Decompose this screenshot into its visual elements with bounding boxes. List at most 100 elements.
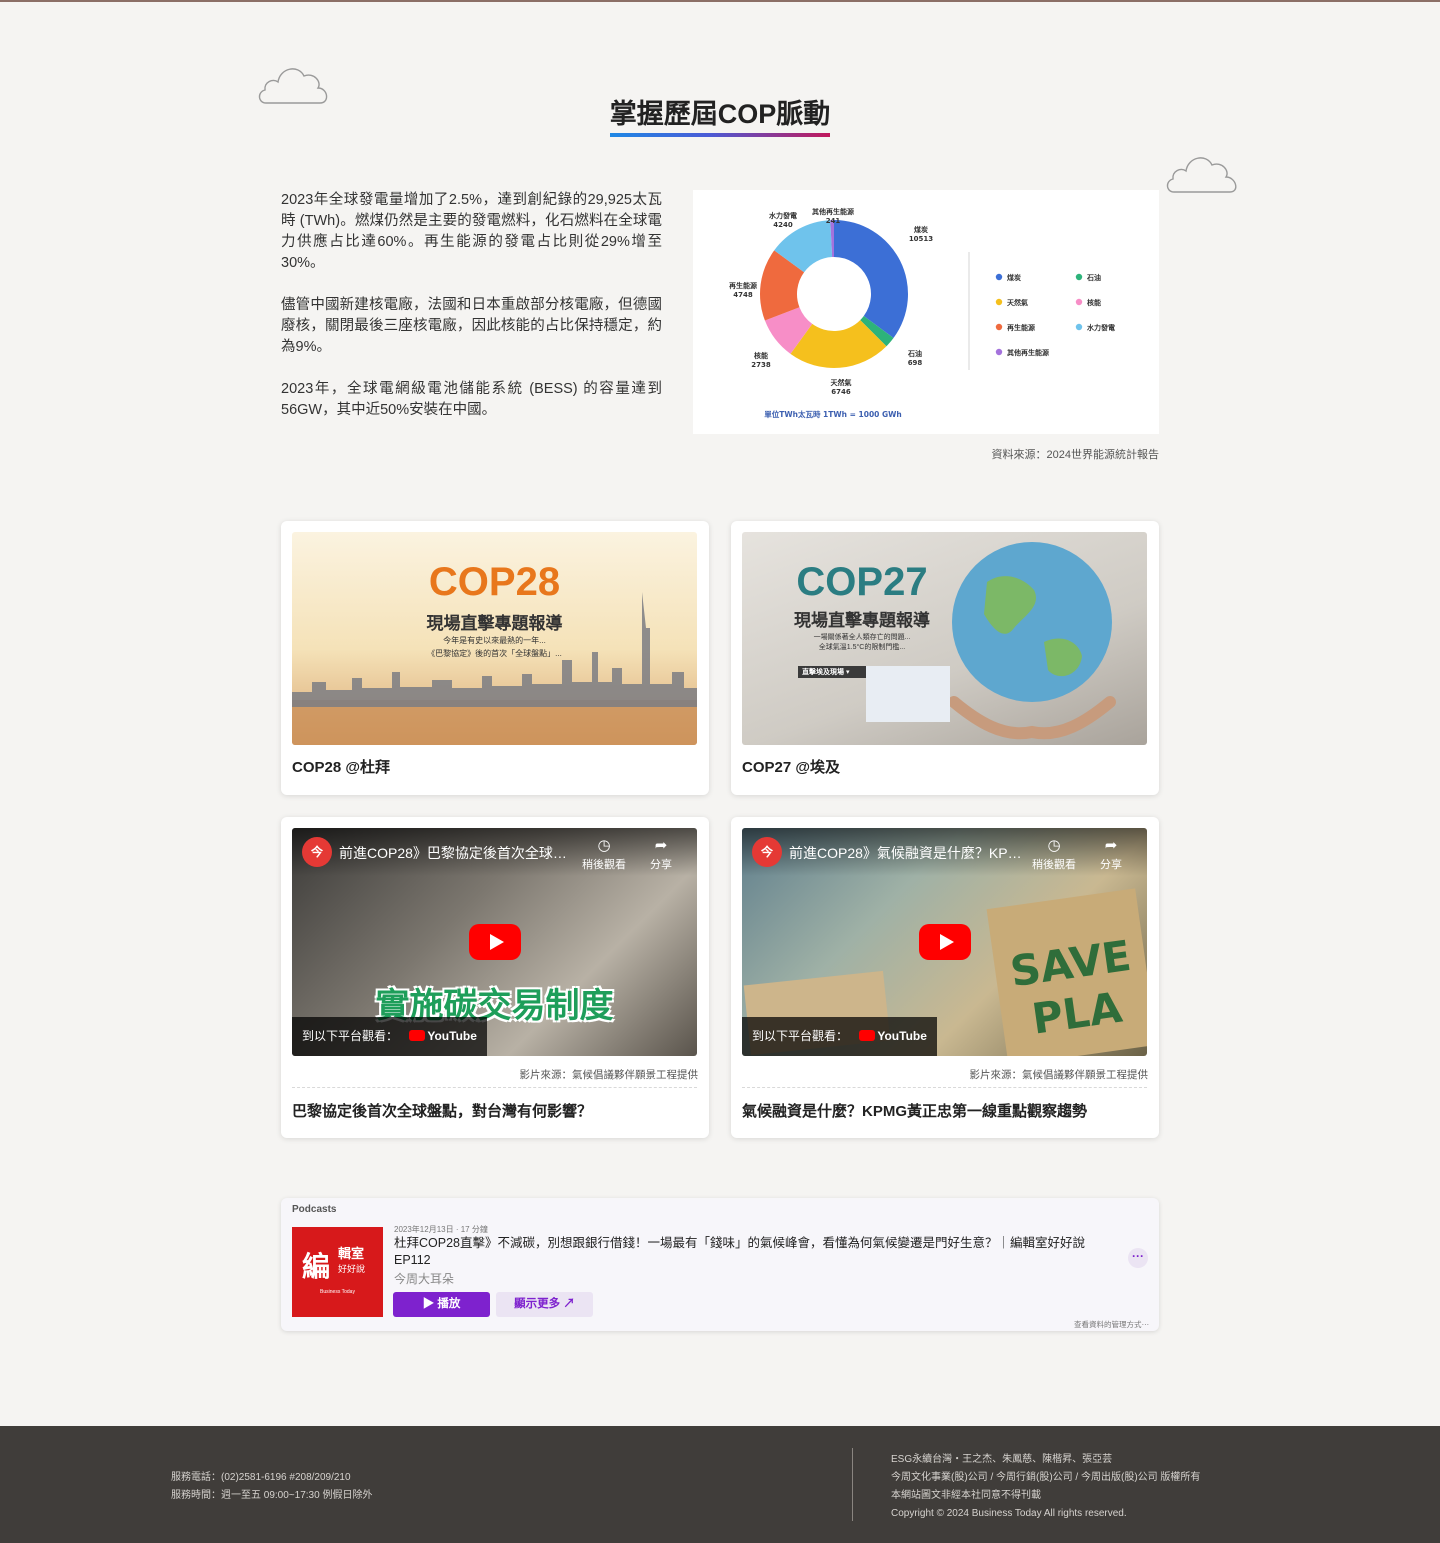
watch-later-button[interactable]: ◷ 稍後觀看 xyxy=(582,836,626,872)
cop28-card[interactable]: COP28 現場直擊專題報導 今年是有史以來最熱的一年... 《巴黎協定》後的首… xyxy=(281,521,709,795)
divider xyxy=(742,1087,1147,1088)
footer-companies: 今周文化事業(股)公司 / 今周行銷(股)公司 / 今周出版(股)公司 版權所有 xyxy=(891,1472,1201,1483)
slice-label: 再生能源 xyxy=(729,281,757,290)
legend-swatch xyxy=(1075,323,1083,331)
legend-swatch xyxy=(995,348,1003,356)
thumb-line: 《巴黎協定》後的首次「全球盤點」... xyxy=(427,649,562,658)
thumb-line: 一場關係著全人類存亡的問題... xyxy=(813,634,911,641)
legend-swatch xyxy=(1075,298,1083,306)
legend-label: 石油 xyxy=(1086,273,1101,282)
play-button[interactable] xyxy=(919,924,971,960)
cop27-card[interactable]: COP27 現場直擊專題報導 一場關係著全人類存亡的問題... 全球氣溫1.5°… xyxy=(731,521,1159,795)
title-underline xyxy=(609,133,831,137)
legend-label: 天然氣 xyxy=(1007,298,1028,307)
legend-swatch xyxy=(995,298,1003,306)
card-title[interactable]: COP27 @埃及 xyxy=(742,756,840,777)
energy-donut-chart: 煤炭 10513 石油 698 天然氣 6746 核能 2738 再生能源 4748 水力發電 424… xyxy=(693,190,1159,434)
thumb-tag: 直擊埃及現場 ▾ xyxy=(802,669,850,676)
slice-value: 10513 xyxy=(909,235,933,243)
slice-label: 天然氣 xyxy=(831,378,852,387)
video-title[interactable]: 前進COP28》巴黎協定後首次全球盤... xyxy=(339,843,574,863)
intro-text: 2023年全球發電量增加了2.5%，達到創紀錄的29,925太瓦時 (TWh)。… xyxy=(281,190,662,442)
footer: 服務電話：(02)2581-6196 #208/209/210 服務時間：週一至… xyxy=(0,1426,1440,1543)
chart-unit-note: 單位TWh太瓦時 1TWh = 1000 GWh xyxy=(764,409,902,419)
watch-later-button[interactable]: ◷ 稍後觀看 xyxy=(1032,836,1076,872)
legend-label: 其他再生能源 xyxy=(1007,348,1049,357)
footer-copyright: Copyright © 2024 Business Today All righ… xyxy=(891,1508,1127,1519)
share-icon: ➦ xyxy=(654,837,668,854)
video-card: SAVE PLA 今 前進COP28》氣候融資是什麼？KPMG... ◷ 稍後觀看… xyxy=(731,817,1159,1138)
intro-paragraph: 2023年全球發電量增加了2.5%，達到創紀錄的29,925太瓦時 (TWh)。… xyxy=(281,192,662,271)
play-button[interactable]: ▶ 播放 xyxy=(393,1292,490,1317)
video-source: 影片來源：氣候倡議夥伴願景工程提供 xyxy=(519,1069,699,1081)
legend-label: 再生能源 xyxy=(1007,323,1035,332)
slice-label: 煤炭 xyxy=(914,225,928,234)
episode-title[interactable]: 杜拜COP28直擊》不減碳，別想跟銀行借錢！一場最有「錢味」的氣候峰會，看懂為何… xyxy=(394,1235,1124,1269)
video-title[interactable]: 前進COP28》氣候融資是什麼？KPMG... xyxy=(789,843,1024,863)
page-title: 掌握歷屆COP脈動 xyxy=(609,92,831,140)
watch-on-youtube[interactable]: 到以下平台觀看： YouTube xyxy=(292,1017,487,1056)
divider xyxy=(292,1087,697,1088)
slice-value: 698 xyxy=(908,359,923,367)
cop27-thumbnail[interactable]: COP27 現場直擊專題報導 一場關係著全人類存亡的問題... 全球氣溫1.5°… xyxy=(742,532,1147,745)
show-more-button[interactable]: 顯示更多 ↗ xyxy=(496,1292,593,1317)
slice-value: 241 xyxy=(826,217,841,225)
channel-avatar[interactable]: 今 xyxy=(752,837,782,867)
slice-label: 核能 xyxy=(754,351,768,360)
youtube-embed[interactable]: 今 前進COP28》巴黎協定後首次全球盤... ◷ 稍後觀看 ➦ 分享 實施碳交易制… xyxy=(292,828,697,1056)
video-card: 今 前進COP28》巴黎協定後首次全球盤... ◷ 稍後觀看 ➦ 分享 實施碳交易制… xyxy=(281,817,709,1138)
footer-divider xyxy=(852,1448,853,1521)
channel-avatar[interactable]: 今 xyxy=(302,837,332,867)
youtube-logo-icon: YouTube xyxy=(409,1017,477,1056)
section-header: 掌握歷屆COP脈動 xyxy=(0,92,1440,140)
card-title[interactable]: COP28 @杜拜 xyxy=(292,756,390,777)
video-card-title[interactable]: 氣候融資是什麼？KPMG黃正忠第一線重點觀察趨勢 xyxy=(742,1100,1087,1121)
footer-phone: 服務電話：(02)2581-6196 #208/209/210 xyxy=(171,1472,351,1483)
thumb-line: 今年是有史以來最熱的一年... xyxy=(443,636,546,645)
podcast-artwork[interactable]: 編 輯室 好好說 Business Today xyxy=(292,1227,383,1317)
episode-date: 2023年12月13日 · 17 分鐘 xyxy=(394,1225,488,1234)
top-divider xyxy=(0,0,1440,2)
data-management-link[interactable]: 查看資料的管理方式⋯ xyxy=(1074,1319,1149,1330)
slice-label: 其他再生能源 xyxy=(812,207,854,216)
slice-label: 水力發電 xyxy=(769,211,797,220)
footer-contact: 服務電話：(02)2581-6196 #208/209/210 服務時間：週一至… xyxy=(171,1469,372,1505)
footer-notice: 本網站圖文非經本社同意不得刊載 xyxy=(891,1490,1041,1501)
play-icon: ▶ xyxy=(422,1298,438,1310)
legend-label: 核能 xyxy=(1087,298,1101,307)
apple-podcast-embed: Podcasts 編 輯室 好好說 Business Today 2023年12… xyxy=(281,1198,1159,1331)
show-name[interactable]: 今周大耳朵 xyxy=(394,1270,454,1287)
donut-chart-svg: 煤炭10513石油698天然氣6746核能2738再生能源4748水力發電424… xyxy=(729,207,1115,419)
intro-paragraph: 儘管中國新建核電廠，法國和日本重啟部分核電廠，但德國廢核，關閉最後三座核電廠，因… xyxy=(281,297,662,355)
clock-icon: ◷ xyxy=(1047,837,1061,854)
intro-paragraph: 2023年，全球電網級電池儲能系統 (BESS) 的容量達到56GW，其中近50… xyxy=(281,381,662,418)
thumb-headline: 現場直擊專題報導 xyxy=(426,614,563,633)
chart-source: 資料來源：2024世界能源統計報告 xyxy=(991,449,1159,461)
more-options-icon[interactable]: ··· xyxy=(1128,1248,1148,1268)
slice-value: 6746 xyxy=(831,388,851,396)
youtube-logo-icon: YouTube xyxy=(859,1017,927,1056)
video-source: 影片來源：氣候倡議夥伴願景工程提供 xyxy=(969,1069,1149,1081)
footer-credits: ESG永續台灣・王之杰、朱鳳慈、陳楷昇、張亞芸 今周文化事業(股)公司 / 今周… xyxy=(891,1451,1200,1523)
share-button[interactable]: ➦ 分享 xyxy=(1100,836,1122,872)
footer-credit-line: ESG永續台灣・王之杰、朱鳳慈、陳楷昇、張亞芸 xyxy=(891,1454,1113,1465)
play-button[interactable] xyxy=(469,924,521,960)
share-button[interactable]: ➦ 分享 xyxy=(650,836,672,872)
donut-slice-0 xyxy=(834,220,908,338)
footer-hours: 服務時間：週一至五 09:00~17:30 例假日除外 xyxy=(171,1490,373,1501)
youtube-embed[interactable]: SAVE PLA 今 前進COP28》氣候融資是什麼？KPMG... ◷ 稍後觀看… xyxy=(742,828,1147,1056)
cop28-logo: COP28 xyxy=(428,560,561,604)
clock-icon: ◷ xyxy=(597,837,611,854)
legend-label: 水力發電 xyxy=(1087,323,1115,332)
watch-on-youtube[interactable]: 到以下平台觀看： YouTube xyxy=(742,1017,937,1056)
video-card-title[interactable]: 巴黎協定後首次全球盤點，對台灣有何影響？ xyxy=(292,1100,592,1121)
podcasts-brand: Podcasts xyxy=(292,1204,337,1215)
thumb-line: 全球氣溫1.5°C的限制門檻... xyxy=(818,644,906,651)
legend-label: 煤炭 xyxy=(1007,273,1021,282)
legend-swatch xyxy=(995,273,1003,281)
share-icon: ➦ xyxy=(1104,837,1118,854)
cloud-icon xyxy=(1166,157,1237,193)
legend-swatch xyxy=(1075,273,1083,281)
cop28-thumbnail[interactable]: COP28 現場直擊專題報導 今年是有史以來最熱的一年... 《巴黎協定》後的首… xyxy=(292,532,697,745)
cop27-logo: COP27 xyxy=(796,560,928,604)
